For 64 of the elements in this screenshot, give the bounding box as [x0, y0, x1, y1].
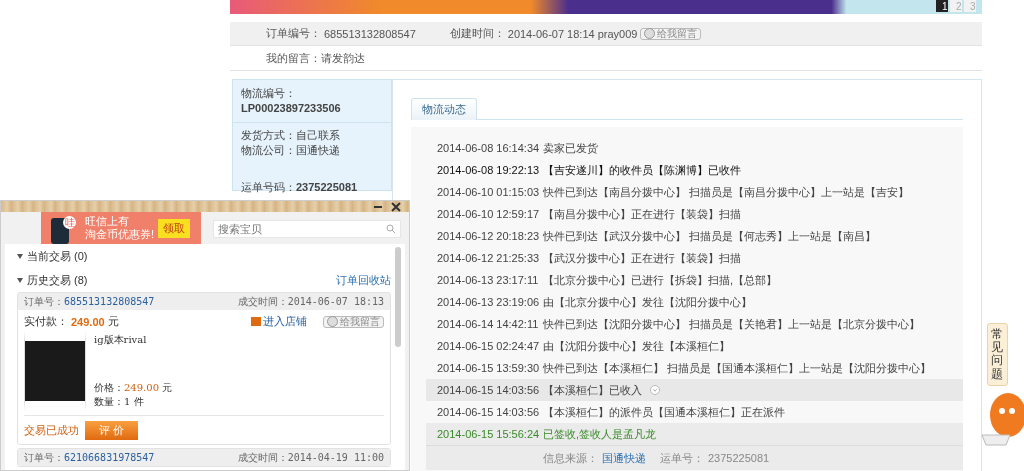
- paid-label: 实付款：: [24, 314, 68, 329]
- section-header[interactable]: 历史交易 (8): [27, 272, 88, 288]
- courier-company: 物流公司：国通快递: [241, 143, 341, 158]
- quantity: 数量：1 件: [94, 395, 145, 409]
- event-text: 快件已到达【武汉分拨中心】 扫描员是【何志秀】上一站是【南昌】: [543, 228, 877, 244]
- event-text: 【武汉分拨中心】正在进行【装袋】扫描: [543, 250, 741, 266]
- expand-icon[interactable]: [17, 277, 23, 283]
- expand-icon[interactable]: [17, 253, 23, 259]
- event-text: 【本溪桓仁】已收入: [543, 382, 642, 398]
- currency-unit: 元: [107, 314, 119, 329]
- source-label: 信息来源：: [543, 450, 598, 466]
- message-label: 我的留言：: [266, 50, 321, 66]
- order-number-label: 订单号：: [24, 294, 64, 309]
- close-icon[interactable]: [391, 201, 401, 212]
- promo-badge: 哇: [63, 216, 76, 229]
- faq-tab[interactable]: 常见问题: [987, 323, 1008, 386]
- shipping-method: 发货方式：自己联系: [241, 128, 341, 143]
- buyer-name: pray009: [597, 27, 638, 40]
- scrollbar[interactable]: [395, 247, 401, 347]
- message-button[interactable]: 给我留言: [323, 315, 384, 328]
- event-text: 【南昌分拨中心】正在进行【装袋】扫描: [543, 206, 741, 222]
- shop-link[interactable]: 进入店铺: [251, 314, 307, 329]
- promo-text: 旺信上有: [85, 215, 130, 228]
- event-text: 已签收,签收人是孟凡龙: [543, 426, 657, 442]
- paid-amount: 249.00: [71, 315, 105, 328]
- created-time: 2014-06-07 18:14: [507, 27, 595, 40]
- currency-unit: 元: [162, 382, 173, 393]
- event-text: 卖家已发货: [543, 140, 598, 156]
- event-text: 由【沈阳分拨中心】发往【本溪桓仁】: [543, 338, 730, 354]
- deal-time: 成交时间：2014-06-07 18:13: [237, 294, 384, 309]
- claim-button[interactable]: 领取: [158, 218, 191, 238]
- product-title[interactable]: ig版本rival: [94, 333, 173, 347]
- tracking-label: 物流编号：: [241, 86, 297, 101]
- trade-status: 交易已成功: [24, 423, 79, 438]
- waybill-label: 运单号码：: [241, 181, 296, 193]
- order-number-label: 订单号：: [24, 450, 64, 465]
- price: 249.00: [124, 382, 159, 393]
- event-text: 【北京分拨中心】已进行【拆袋】扫描,【总部】: [543, 272, 778, 288]
- event-text: 快件已到达【沈阳分拨中心】 扫描员是【关艳君】上一站是【北京分拨中心】: [543, 316, 921, 332]
- courier-link[interactable]: 国通快递: [602, 450, 646, 466]
- waybill-label: 运单号：: [660, 450, 704, 466]
- recycle-bin-link[interactable]: 订单回收站: [336, 272, 391, 288]
- created-label: 创建时间：: [449, 26, 505, 41]
- section-header[interactable]: 当前交易 (0): [27, 248, 88, 264]
- waybill-number: 2375225081: [708, 452, 770, 464]
- message-text: 请发韵达: [321, 50, 365, 66]
- event-text: 【吉安遂川】的收件员【陈渊博】已收件: [543, 162, 741, 178]
- promo-text: 淘金币优惠券!: [85, 228, 155, 241]
- message-button[interactable]: 给我留言: [640, 27, 702, 40]
- page-button[interactable]: 1: [936, 0, 948, 12]
- order-number[interactable]: 685513132808547: [64, 296, 155, 307]
- event-text: 由【北京分拨中心】发往【沈阳分拨中心】: [543, 294, 752, 310]
- order-number-label: 订单编号：: [266, 26, 321, 41]
- tab[interactable]: 物流动态: [411, 98, 477, 120]
- search-field[interactable]: 搜索宝贝: [213, 220, 401, 238]
- tracking-number: LP00023897233506: [241, 101, 342, 116]
- event-text: 快件已到达【本溪桓仁】 扫描员是【国通本溪桓仁】上一站是【沈阳分拨中心】: [543, 360, 932, 376]
- order-number: 685513132808547: [324, 27, 416, 40]
- event-text: 快件已到达【南昌分拨中心】 扫描员是【南昌分拨中心】上一站是【吉安】: [543, 184, 910, 200]
- event-text: 【本溪桓仁】的派件员【国通本溪桓仁】正在派件: [543, 404, 785, 420]
- deal-time: 成交时间：2014-04-19 11:00: [237, 450, 384, 465]
- order-number[interactable]: 621066831978547: [64, 452, 155, 463]
- price-label: 价格：: [94, 382, 124, 393]
- waybill-number: 2375225081: [296, 181, 358, 193]
